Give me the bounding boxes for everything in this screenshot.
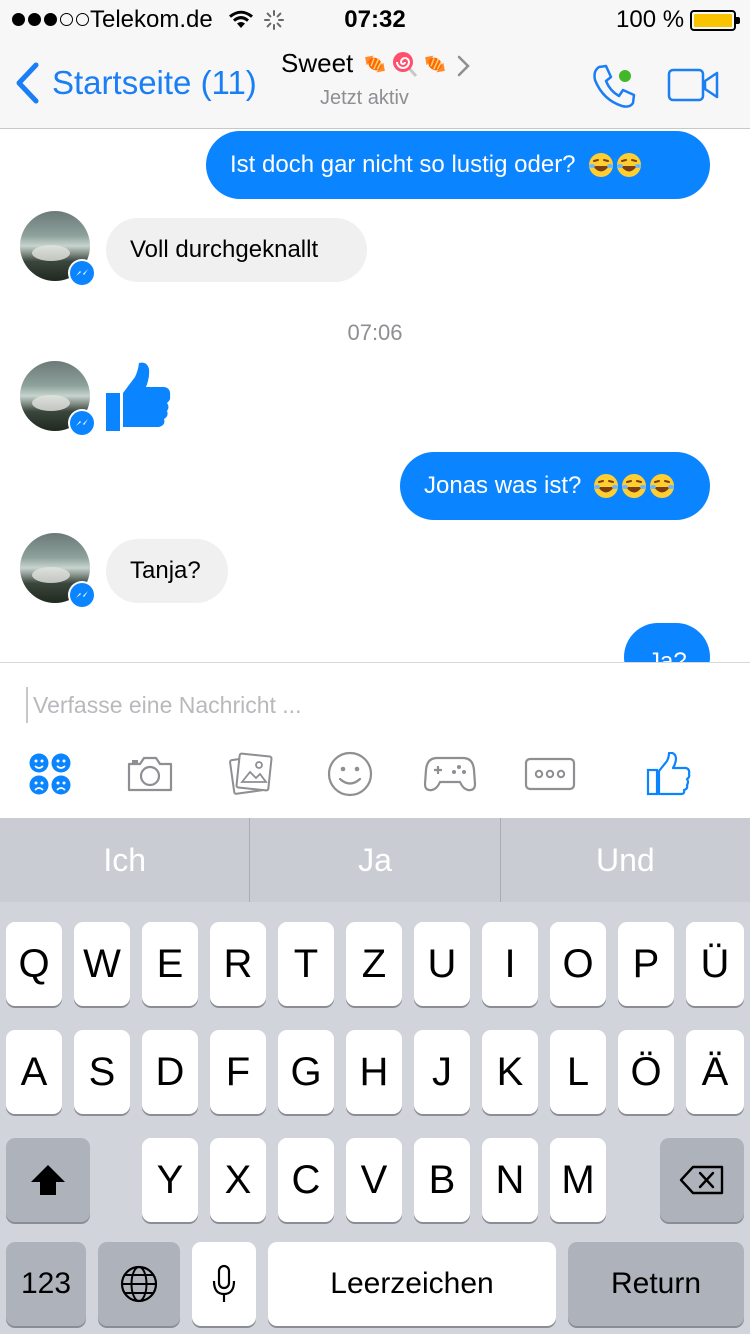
back-button-label: Startseite (11) [52, 64, 257, 101]
conversation-name: Sweet [281, 48, 354, 78]
key[interactable]: Q [6, 922, 62, 1006]
globe-icon [120, 1265, 158, 1303]
video-call-icon[interactable] [667, 68, 719, 102]
key[interactable]: Ü [686, 922, 744, 1006]
numbers-key[interactable]: 123 [6, 1242, 86, 1326]
messenger-badge-icon [68, 409, 96, 437]
camera-icon [127, 756, 173, 792]
battery-percent: 100 % [616, 6, 685, 33]
battery-icon [690, 10, 740, 31]
like-icon [646, 752, 691, 796]
stickers-icon [29, 753, 71, 795]
shift-key[interactable] [6, 1138, 90, 1222]
status-bar: Telekom.de 07:32 100 % [0, 0, 750, 40]
key[interactable]: E [142, 922, 198, 1006]
key[interactable]: B [414, 1138, 470, 1222]
key[interactable]: L [550, 1030, 606, 1114]
back-button[interactable]: Startseite (11) [14, 62, 257, 104]
chevron-right-icon[interactable] [456, 54, 472, 78]
game-controller-icon [423, 756, 477, 792]
key[interactable]: S [74, 1030, 130, 1114]
games-button[interactable] [422, 749, 478, 799]
more-icon [524, 757, 576, 791]
key[interactable]: Z [346, 922, 402, 1006]
suggestion[interactable]: Ja [250, 818, 499, 902]
lollipop-icon [393, 51, 418, 77]
incoming-message[interactable]: Voll durchgeknallt [106, 218, 367, 282]
stickers-button[interactable] [25, 749, 75, 799]
key[interactable]: I [482, 922, 538, 1006]
laughing-emoji-icon [588, 153, 613, 177]
key[interactable]: F [210, 1030, 266, 1114]
message-text: Tanja? [130, 557, 201, 584]
key[interactable]: M [550, 1138, 606, 1222]
key[interactable]: A [6, 1030, 62, 1114]
key[interactable]: Ö [618, 1030, 674, 1114]
suggestion[interactable]: Ich [0, 818, 249, 902]
key[interactable]: U [414, 922, 470, 1006]
microphone-icon [212, 1264, 236, 1302]
suggestion[interactable]: Und [501, 818, 750, 902]
return-key[interactable]: Return [568, 1242, 744, 1326]
key[interactable]: G [278, 1030, 334, 1114]
outgoing-message[interactable]: Ja? [624, 623, 710, 662]
key[interactable]: D [142, 1030, 198, 1114]
candy-icon [365, 55, 386, 72]
backspace-key[interactable] [660, 1138, 744, 1222]
thumbs-up-sticker-icon[interactable] [104, 361, 174, 433]
key[interactable]: H [346, 1030, 402, 1114]
key[interactable]: K [482, 1030, 538, 1114]
message-timestamp: 07:06 [347, 320, 403, 345]
message-text: Voll durchgeknallt [130, 236, 319, 263]
key[interactable]: V [346, 1138, 402, 1222]
conversation-title[interactable]: Sweet [281, 48, 449, 79]
laughing-emoji-icon [616, 153, 641, 177]
conversation-header: Startseite (11) Sweet Jetzt aktiv [0, 40, 750, 129]
key[interactable]: W [74, 922, 130, 1006]
candy-icon [425, 55, 446, 72]
keyboard: Q W E R T Z U I O P Ü A S D F G H J K L … [0, 902, 750, 1334]
like-button[interactable] [644, 749, 692, 799]
key[interactable]: J [414, 1030, 470, 1114]
space-key[interactable]: Leerzeichen [268, 1242, 556, 1326]
message-composer [0, 662, 750, 818]
key[interactable]: C [278, 1138, 334, 1222]
phone-call-icon[interactable] [590, 62, 640, 110]
message-input[interactable] [26, 687, 726, 723]
gallery-button[interactable] [226, 749, 276, 799]
active-status: Jetzt aktiv [320, 87, 409, 109]
gallery-icon [229, 752, 273, 795]
more-button[interactable] [523, 749, 577, 799]
composer-toolbar [0, 749, 750, 799]
laughing-emoji-icon [650, 474, 675, 498]
message-text: Ja? [648, 648, 687, 663]
dictation-key[interactable] [192, 1242, 256, 1326]
messenger-badge-icon [68, 259, 96, 287]
outgoing-message[interactable]: Jonas was ist? [400, 452, 710, 520]
key[interactable]: T [278, 922, 334, 1006]
laughing-emoji-icon [594, 474, 619, 498]
backspace-icon [679, 1165, 724, 1195]
message-text: Ist doch gar nicht so lustig oder? [230, 151, 576, 178]
key[interactable]: Y [142, 1138, 198, 1222]
message-text: Jonas was ist? [424, 472, 582, 499]
key[interactable]: Ä [686, 1030, 744, 1114]
incoming-message[interactable]: Tanja? [106, 539, 228, 603]
outgoing-message[interactable]: Ist doch gar nicht so lustig oder? [206, 131, 710, 199]
message-list[interactable]: Ist doch gar nicht so lustig oder? Voll … [0, 129, 750, 662]
key[interactable]: P [618, 922, 674, 1006]
key[interactable]: N [482, 1138, 538, 1222]
chevron-left-icon [16, 62, 39, 104]
emoji-button[interactable] [326, 749, 374, 799]
key[interactable]: O [550, 922, 606, 1006]
shift-icon [31, 1165, 65, 1195]
key[interactable]: X [210, 1138, 266, 1222]
camera-button[interactable] [124, 749, 176, 799]
laughing-emoji-icon [622, 474, 647, 498]
emoji-icon [327, 751, 373, 797]
key[interactable]: R [210, 922, 266, 1006]
messenger-badge-icon [68, 581, 96, 609]
globe-key[interactable] [98, 1242, 180, 1326]
predictive-text-bar: Ich Ja Und [0, 818, 750, 902]
